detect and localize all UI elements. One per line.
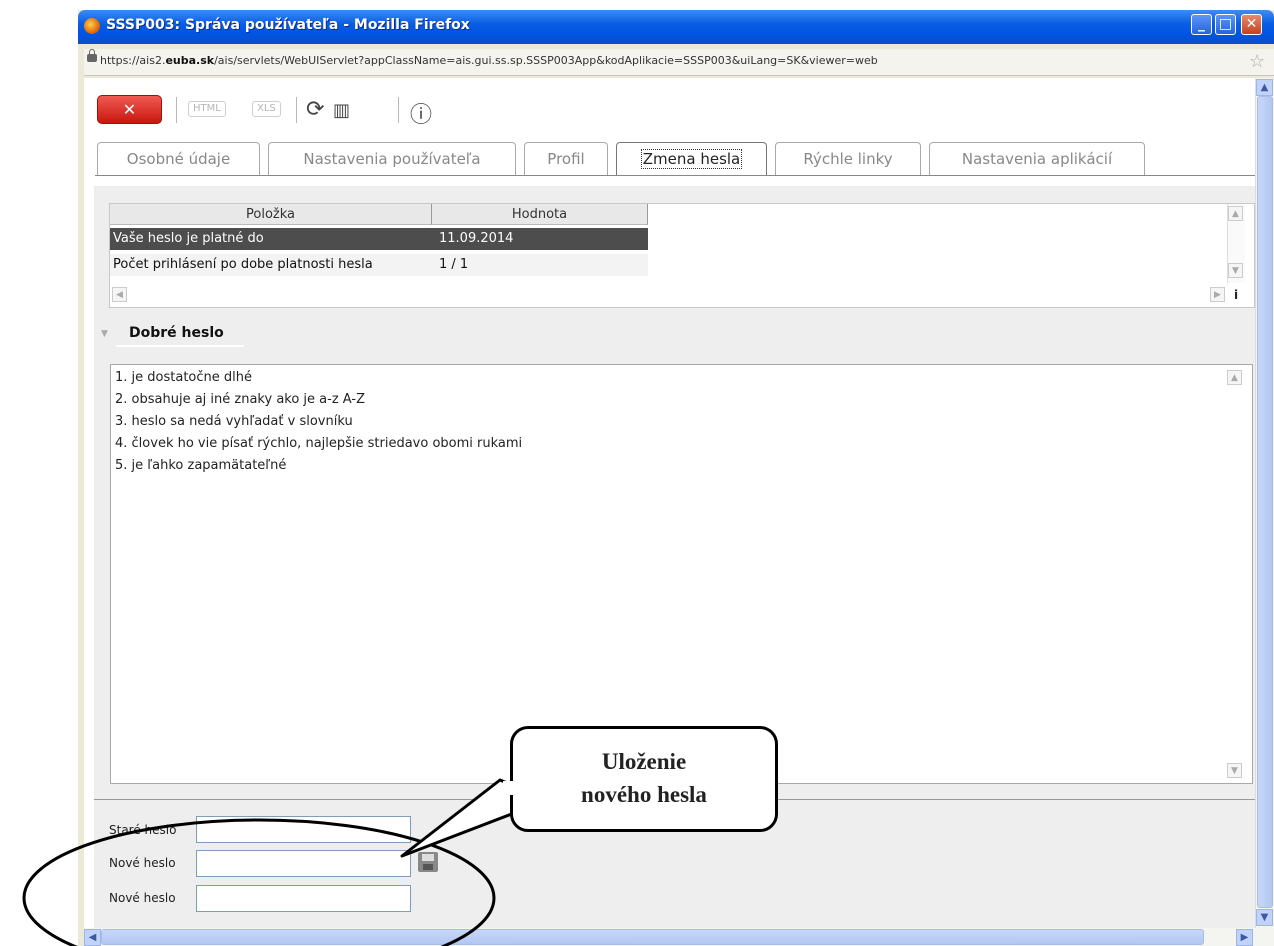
refresh-icon[interactable]: ⟳ (306, 97, 324, 122)
old-password-field[interactable] (196, 816, 411, 843)
lock-icon (87, 49, 97, 62)
toolbar-separator (398, 97, 399, 123)
tab-zmena-hesla[interactable]: Zmena hesla (616, 142, 767, 176)
callout-line: Uloženie (601, 749, 687, 774)
scroll-left-icon[interactable]: ◀ (84, 929, 101, 946)
export-html-button[interactable]: HTML (188, 101, 226, 117)
scroll-left-icon[interactable]: ◀ (112, 287, 127, 302)
grid-icon[interactable]: ▥ (333, 100, 350, 121)
tab-divider (95, 175, 1255, 176)
old-password-label: Staré heslo (109, 823, 177, 837)
confirm-password-label: Nové heslo (109, 891, 176, 905)
table-row-value[interactable]: 11.09.2014 (432, 228, 648, 250)
section-title[interactable]: Dobré heslo (129, 325, 224, 341)
table-row-item[interactable]: Vaše heslo je platné do (110, 228, 432, 250)
scroll-up-icon[interactable]: ▲ (1256, 79, 1273, 96)
firefox-icon (84, 18, 100, 34)
window-title: SSSP003: Správa používateľa - Mozilla Fi… (106, 17, 470, 33)
close-app-button[interactable]: ✕ (97, 95, 162, 124)
tip-line: 3. heslo sa nedá vyhľadať v slovníku (115, 414, 353, 429)
scroll-right-icon[interactable]: ▶ (1210, 287, 1225, 302)
vertical-scroll-thumb[interactable] (1257, 96, 1273, 908)
collapse-arrow-icon[interactable]: ▼ (101, 329, 108, 339)
column-header-polozka[interactable]: Položka (110, 204, 432, 225)
tab-nastavenia-aplikacii[interactable]: Nastavenia aplikácií (929, 142, 1145, 175)
tab-nastavenia-pouzivatela[interactable]: Nastavenia používateľa (268, 142, 516, 175)
callout-pointer-join (503, 781, 543, 795)
scroll-up-icon[interactable]: ▲ (1227, 370, 1242, 385)
column-header-hodnota[interactable]: Hodnota (432, 204, 648, 225)
toolbar-separator (176, 97, 177, 123)
horizontal-scroll-thumb[interactable] (101, 929, 1204, 945)
section-underline (116, 345, 244, 347)
toolbar-separator (296, 97, 297, 123)
info-icon[interactable]: ⓘ (410, 97, 432, 129)
window-close-button[interactable]: ✕ (1241, 14, 1262, 35)
new-password-field[interactable] (196, 850, 411, 877)
callout-line: nového hesla (581, 782, 707, 807)
tip-line: 1. je dostatočne dlhé (115, 370, 252, 385)
tip-line: 2. obsahuje aj iné znaky ako je a-z A-Z (115, 392, 365, 407)
scroll-right-icon[interactable]: ▶ (1236, 929, 1253, 946)
tab-rychle-linky[interactable]: Rýchle linky (775, 142, 921, 175)
confirm-password-field[interactable] (196, 885, 411, 912)
scroll-down-icon[interactable]: ▼ (1227, 763, 1242, 778)
new-password-label: Nové heslo (109, 856, 176, 870)
scroll-down-icon[interactable]: ▼ (1256, 909, 1273, 926)
table-row-value[interactable]: 1 / 1 (432, 254, 648, 276)
export-xls-button[interactable]: XLS (252, 101, 281, 117)
tip-line: 4. človek ho vie písať rýchlo, najlepšie… (115, 436, 523, 451)
table-info-button[interactable]: i (1234, 288, 1238, 302)
maximize-button[interactable]: □ (1215, 14, 1236, 35)
table-row-item[interactable]: Počet prihlásení po dobe platnosti hesla (110, 254, 432, 276)
url-text[interactable]: https://ais2.euba.sk/ais/servlets/WebUIS… (100, 54, 878, 67)
scroll-down-icon[interactable]: ▼ (1228, 263, 1243, 278)
minimize-button[interactable]: _ (1191, 14, 1212, 35)
tab-osobne-udaje[interactable]: Osobné údaje (97, 142, 260, 175)
bookmark-star-icon[interactable]: ☆ (1249, 51, 1265, 72)
tab-profil[interactable]: Profil (524, 142, 608, 175)
callout-box: Uloženie nového hesla (510, 726, 778, 832)
save-icon[interactable] (418, 852, 438, 872)
scroll-up-icon[interactable]: ▲ (1228, 206, 1243, 221)
tip-line: 5. je ľahko zapamätateľné (115, 458, 287, 473)
